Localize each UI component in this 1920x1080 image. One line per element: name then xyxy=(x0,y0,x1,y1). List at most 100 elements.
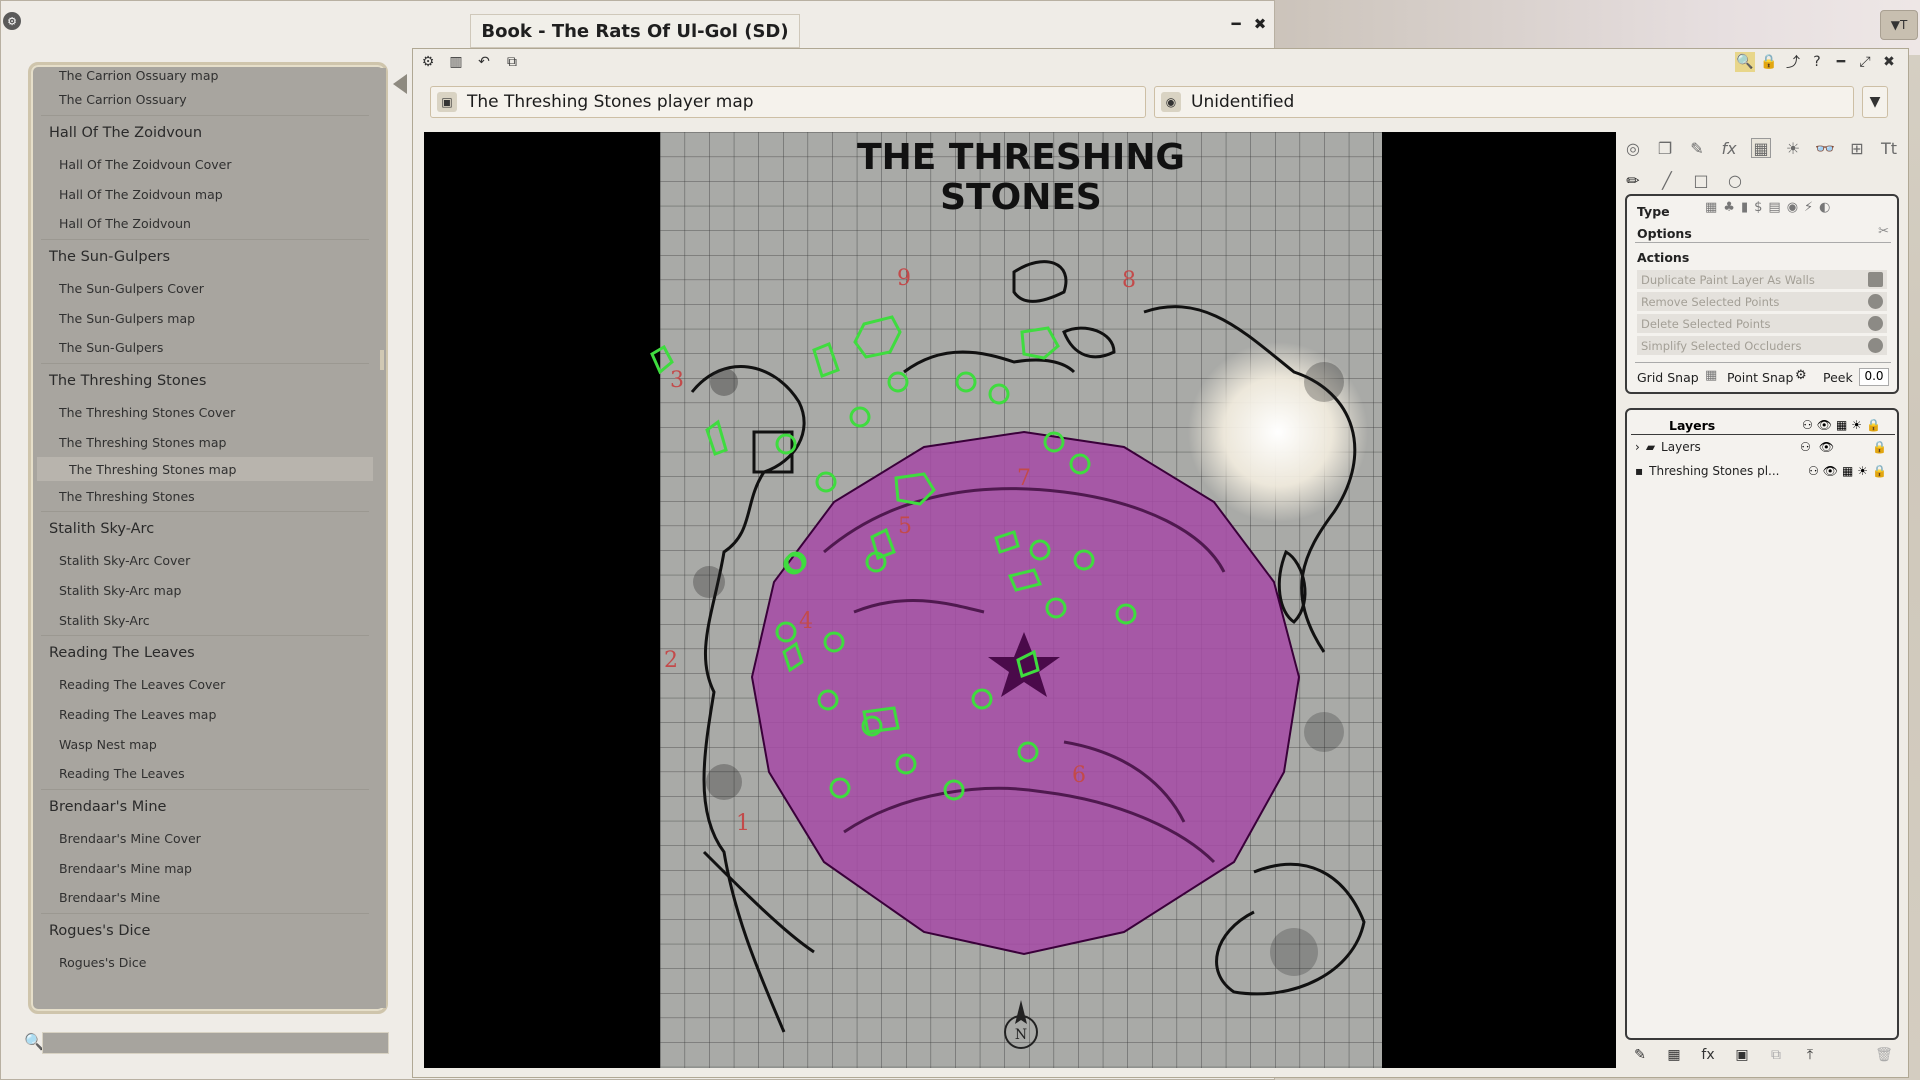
sidebar-item[interactable]: Hall Of The Zoidvoun map xyxy=(37,179,373,209)
options-scissors-icon[interactable]: ✂ xyxy=(1878,224,1889,239)
map-viewport[interactable]: 9 8 3 7 5 4 2 6 1 THE THRESHING STONES N xyxy=(424,132,1616,1068)
app-logo-icon[interactable]: ⚙ xyxy=(3,12,21,30)
remove-selected-points-button[interactable]: Remove Selected Points xyxy=(1637,292,1887,311)
minimize-window-icon[interactable]: ━ xyxy=(1831,52,1851,72)
rectangle-icon[interactable]: □ xyxy=(1691,170,1711,190)
sidebar-item[interactable]: Reading The Leaves map xyxy=(37,700,373,730)
layer-group-row[interactable]: › ▰ Layers xyxy=(1635,440,1701,454)
layer-light-icon[interactable]: ☀ xyxy=(1857,464,1868,478)
panel-toggle-icon[interactable]: ▥ xyxy=(446,52,466,72)
grid-walls-tool-icon[interactable]: ▦ xyxy=(1751,138,1771,158)
group-visibility-icon[interactable]: ⚇ xyxy=(1800,440,1811,454)
sidebar-item[interactable]: Rogues's Dice xyxy=(37,948,373,978)
close-window-icon[interactable]: ✖ xyxy=(1879,52,1899,72)
layer-eye-icon[interactable]: 👁 xyxy=(1823,464,1838,478)
sidebar-item[interactable]: Reading The Leaves xyxy=(37,759,373,789)
minimize-icon[interactable]: ━ xyxy=(1226,14,1246,34)
wall-type-icon[interactable]: ▦ xyxy=(1705,200,1717,215)
window-type-icon[interactable]: $ xyxy=(1754,200,1762,215)
custom-type-icon[interactable]: ◐ xyxy=(1819,200,1830,215)
sidebar-item[interactable]: Stalith Sky-Arc map xyxy=(37,576,373,606)
sidebar-category[interactable]: The Threshing Stones xyxy=(37,364,373,398)
close-icon[interactable]: ✖ xyxy=(1250,14,1270,34)
sidebar-item[interactable]: Stalith Sky-Arc Cover xyxy=(37,546,373,576)
app-logo-small-icon[interactable]: ⚙ xyxy=(418,52,438,72)
sidebar-category[interactable]: The Sun-Gulpers xyxy=(37,240,373,274)
grid-header-icon[interactable]: ▦ xyxy=(1836,418,1847,432)
peek-input[interactable]: 0.0 xyxy=(1859,368,1889,386)
layer-row-threshing[interactable]: ▪ Threshing Stones pl... xyxy=(1635,464,1779,478)
new-grid-layer-icon[interactable]: ▦ xyxy=(1664,1045,1684,1065)
illusion-type-icon[interactable]: ◉ xyxy=(1787,200,1798,215)
desktop-widget-icon[interactable]: ▼T xyxy=(1880,10,1918,40)
identify-toggle-icon[interactable]: ◉ xyxy=(1161,92,1181,112)
layer-visibility-icon[interactable]: ⚇ xyxy=(1808,464,1819,478)
sidebar-category[interactable]: Stalith Sky-Arc xyxy=(37,512,373,546)
sidebar-scroll-thumb[interactable] xyxy=(380,350,384,370)
expand-chevron-icon[interactable]: › xyxy=(1635,440,1640,454)
vision-tool-icon[interactable]: 👓 xyxy=(1815,138,1835,158)
delete-selected-points-button[interactable]: Delete Selected Points xyxy=(1637,314,1887,333)
group-lock-icon[interactable]: 🔒 xyxy=(1872,440,1887,454)
lock-header-icon[interactable]: 🔒 xyxy=(1866,418,1881,432)
new-fx-layer-icon[interactable]: fx xyxy=(1698,1045,1718,1065)
ethereal-type-icon[interactable]: ⚡ xyxy=(1804,200,1813,215)
light-header-icon[interactable]: ☀ xyxy=(1851,418,1862,432)
help-icon[interactable]: ? xyxy=(1807,52,1827,72)
sidebar-item[interactable]: Brendaar's Mine xyxy=(37,883,373,913)
pencil-icon[interactable]: ✏ xyxy=(1623,170,1643,190)
maximize-icon[interactable]: ⤢ xyxy=(1855,52,1875,72)
sidebar-item[interactable]: Hall Of The Zoidvoun Cover xyxy=(37,150,373,180)
share-icon[interactable]: ⤴ xyxy=(1783,52,1803,72)
sidebar-category[interactable]: Rogues's Dice xyxy=(37,914,373,948)
simplify-selected-occluders-button[interactable]: Simplify Selected Occluders xyxy=(1637,336,1887,355)
layer-grid-icon[interactable]: ▦ xyxy=(1842,464,1853,478)
sidebar-item[interactable]: The Sun-Gulpers xyxy=(37,333,373,363)
name-dropdown-icon[interactable]: ▼ xyxy=(1862,86,1888,118)
duplicate-layer-icon[interactable]: ⧉ xyxy=(1766,1045,1786,1065)
sidebar-scrollbar[interactable] xyxy=(378,68,386,1008)
collapse-arrow-icon[interactable] xyxy=(393,74,407,94)
lock-icon[interactable]: 🔒 xyxy=(1759,52,1779,72)
new-folder-icon[interactable]: ▣ xyxy=(1732,1045,1752,1065)
layer-lock-icon[interactable]: 🔒 xyxy=(1872,464,1887,478)
line-icon[interactable]: ╱ xyxy=(1657,170,1677,190)
text-tool-icon[interactable]: Tt xyxy=(1879,138,1899,158)
sidebar-item[interactable]: The Carrion Ossuary xyxy=(37,85,373,115)
sidebar-item[interactable]: The Threshing Stones map xyxy=(37,428,373,458)
grid-tool-icon[interactable]: ⊞ xyxy=(1847,138,1867,158)
light-tool-icon[interactable]: ☀ xyxy=(1783,138,1803,158)
sidebar-category[interactable]: Reading The Leaves xyxy=(37,636,373,670)
duplicate-paint-layer-button[interactable]: Duplicate Paint Layer As Walls xyxy=(1637,270,1887,289)
sidebar-item[interactable]: Brendaar's Mine Cover xyxy=(37,824,373,854)
name-lock-icon[interactable]: ▣ xyxy=(437,92,457,112)
grid-snap-toggle-icon[interactable]: ▦ xyxy=(1705,368,1717,383)
group-eye-icon[interactable]: 👁 xyxy=(1819,440,1834,454)
sidebar-item[interactable]: The Sun-Gulpers map xyxy=(37,303,373,333)
fx-tool-icon[interactable]: fx xyxy=(1719,138,1739,158)
sidebar-category[interactable]: Hall Of The Zoidvoun xyxy=(37,116,373,150)
delete-layer-icon[interactable]: 🗑 xyxy=(1874,1045,1894,1065)
sidebar-item[interactable]: The Threshing Stones map xyxy=(37,457,373,482)
undo-icon[interactable]: ↶ xyxy=(474,52,494,72)
circle-icon[interactable]: ○ xyxy=(1725,170,1745,190)
door-type-icon[interactable]: ▮ xyxy=(1741,200,1748,215)
import-layer-icon[interactable]: ⤒ xyxy=(1800,1045,1820,1065)
terrain-type-icon[interactable]: ♣ xyxy=(1723,200,1735,215)
image-name-field[interactable]: ▣ The Threshing Stones player map xyxy=(430,86,1146,118)
sidebar-item[interactable]: The Carrion Ossuary map xyxy=(37,65,373,85)
mask-tool-icon[interactable]: ◎ xyxy=(1623,138,1643,158)
search-input[interactable] xyxy=(42,1032,389,1054)
visibility-header-icon[interactable]: ⚇ xyxy=(1802,418,1813,432)
sidebar-category[interactable]: Brendaar's Mine xyxy=(37,790,373,824)
sidebar-item[interactable]: The Sun-Gulpers Cover xyxy=(37,274,373,304)
sidebar-item[interactable]: The Threshing Stones Cover xyxy=(37,398,373,428)
sidebar-item[interactable]: Stalith Sky-Arc xyxy=(37,605,373,635)
sidebar-item[interactable]: Brendaar's Mine map xyxy=(37,853,373,883)
paint-tool-icon[interactable]: ✎ xyxy=(1687,138,1707,158)
sidebar-item[interactable]: Reading The Leaves Cover xyxy=(37,670,373,700)
sidebar-item[interactable]: Hall Of The Zoidvoun xyxy=(37,209,373,239)
new-paint-layer-icon[interactable]: ✎ xyxy=(1630,1045,1650,1065)
eye-header-icon[interactable]: 👁 xyxy=(1817,418,1832,432)
unidentified-name-field[interactable]: ◉ Unidentified xyxy=(1154,86,1854,118)
